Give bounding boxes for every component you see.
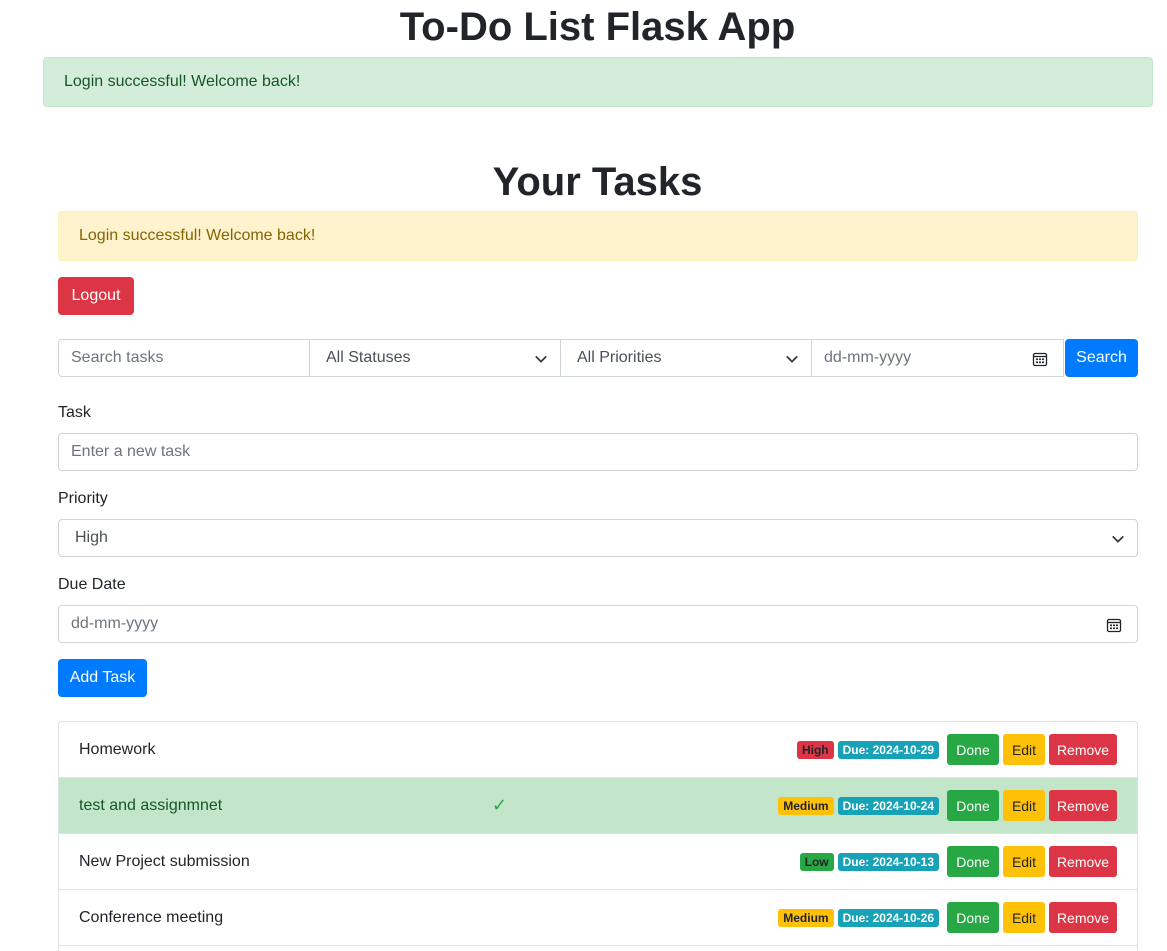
alert-text: Login successful! Welcome back! <box>79 227 316 244</box>
edit-button[interactable]: Edit <box>1003 734 1045 765</box>
priority-select[interactable]: High <box>58 519 1138 557</box>
due-date-input[interactable]: dd-mm-yyyy <box>58 605 1138 643</box>
task-input-placeholder: Enter a new task <box>71 443 191 460</box>
priority-filter-select[interactable]: All Priorities <box>560 339 812 377</box>
task-actions: Medium Due: 2024-10-26 Done Edit Remove <box>778 902 1117 933</box>
task-name: test and assignmnet <box>79 796 223 814</box>
due-date-label: Due Date <box>58 576 126 593</box>
task-actions: Medium Due: 2024-10-24 Done Edit Remove <box>778 790 1117 821</box>
search-input[interactable]: Search tasks <box>58 339 310 377</box>
due-badge: Due: 2024-10-13 <box>837 852 939 871</box>
due-badge: Due: 2024-10-24 <box>837 796 939 815</box>
remove-button[interactable]: Remove <box>1049 902 1117 933</box>
priority-label: Priority <box>58 490 108 507</box>
task-list: Homework High Due: 2024-10-29 Done Edit … <box>58 721 1138 951</box>
task-actions: High Due: 2024-10-29 Done Edit Remove <box>796 734 1117 765</box>
edit-button[interactable]: Edit <box>1003 902 1045 933</box>
priority-badge: Medium <box>778 796 834 815</box>
task-name: Conference meeting <box>79 908 224 926</box>
task-row: New Project submission Low Due: 2024-10-… <box>59 834 1137 890</box>
task-label: Task <box>58 404 91 421</box>
calendar-icon[interactable] <box>1106 617 1122 633</box>
chevron-down-icon <box>1112 535 1124 543</box>
login-warning-alert: Login successful! Welcome back! <box>58 211 1138 261</box>
priority-select-value: High <box>75 529 108 546</box>
app-title: To-Do List Flask App <box>399 5 796 49</box>
calendar-icon[interactable] <box>1032 351 1048 367</box>
done-button[interactable]: Done <box>947 902 999 933</box>
search-bar: Search tasks All Statuses All Priorities… <box>58 339 1065 377</box>
status-filter-select[interactable]: All Statuses <box>309 339 561 377</box>
done-button[interactable]: Done <box>947 734 999 765</box>
date-filter-placeholder: dd-mm-yyyy <box>824 349 912 366</box>
task-row: Conference meeting Medium Due: 2024-10-2… <box>59 890 1137 946</box>
section-title: Your Tasks <box>492 160 703 204</box>
priority-badge: High <box>796 740 834 759</box>
search-placeholder: Search tasks <box>71 349 164 366</box>
alert-text: Login successful! Welcome back! <box>64 73 301 90</box>
edit-button[interactable]: Edit <box>1003 790 1045 821</box>
due-badge: Due: 2024-10-26 <box>837 908 939 927</box>
done-button[interactable]: Done <box>947 790 999 821</box>
chevron-down-icon <box>535 355 547 363</box>
task-name: New Project submission <box>79 852 250 870</box>
due-badge: Due: 2024-10-29 <box>837 740 939 759</box>
task-row: Homework High Due: 2024-10-29 Done Edit … <box>59 722 1137 778</box>
remove-button[interactable]: Remove <box>1049 846 1117 877</box>
done-button[interactable]: Done <box>947 846 999 877</box>
remove-button[interactable]: Remove <box>1049 790 1117 821</box>
logout-button[interactable]: Logout <box>58 277 134 315</box>
priority-badge: Low <box>799 852 834 871</box>
task-actions: Low Due: 2024-10-13 Done Edit Remove <box>799 846 1117 877</box>
date-filter-input[interactable]: dd-mm-yyyy <box>811 339 1064 377</box>
task-row: test and assignmnet ✓ Medium Due: 2024-1… <box>59 778 1137 834</box>
chevron-down-icon <box>786 355 798 363</box>
priority-badge: Medium <box>778 908 834 927</box>
task-name: Homework <box>79 740 156 758</box>
edit-button[interactable]: Edit <box>1003 846 1045 877</box>
priority-filter-value: All Priorities <box>577 349 662 366</box>
status-filter-value: All Statuses <box>326 349 411 366</box>
checkmark-icon: ✓ <box>492 795 508 815</box>
due-date-placeholder: dd-mm-yyyy <box>71 615 159 632</box>
search-button[interactable]: Search <box>1065 339 1138 377</box>
add-task-button[interactable]: Add Task <box>58 659 147 697</box>
login-success-alert: Login successful! Welcome back! <box>43 57 1153 107</box>
task-input[interactable]: Enter a new task <box>58 433 1138 471</box>
remove-button[interactable]: Remove <box>1049 734 1117 765</box>
